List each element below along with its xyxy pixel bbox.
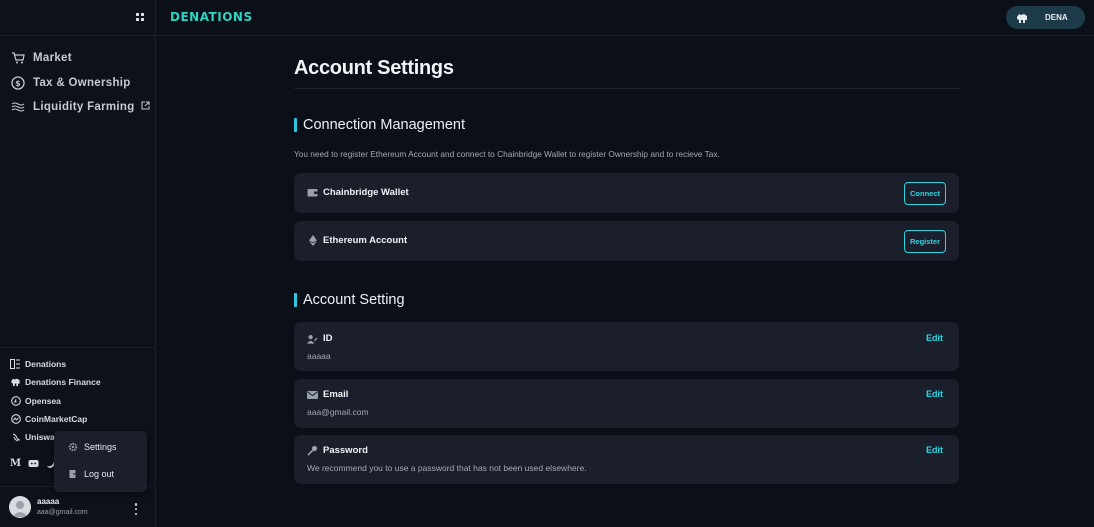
wallet-row-label: Chainbridge Wallet [307, 187, 409, 198]
bear-icon [10, 377, 21, 388]
top-header: DENATIONS DENA [156, 0, 1094, 36]
id-label: ID [323, 333, 333, 344]
section-accent-bar [294, 118, 297, 132]
token-balance-pill[interactable]: DENA [1006, 6, 1085, 29]
opensea-icon [10, 395, 21, 406]
medium-icon[interactable]: M [10, 458, 21, 469]
connect-wallet-button[interactable]: Connect [904, 182, 946, 205]
email-label: Email [323, 389, 349, 400]
id-value: aaaaa [307, 351, 331, 361]
title-divider [294, 88, 960, 89]
svg-text:$: $ [15, 79, 21, 88]
sidebar-item-label: Liquidity Farming [33, 101, 135, 114]
menu-item-logout[interactable]: Log out [68, 469, 114, 479]
link-denations-finance[interactable]: Denations Finance [0, 373, 155, 391]
email-card: Email Edit aaa@gmail.com [294, 379, 959, 428]
waves-icon [10, 99, 26, 115]
coinmarketcap-icon [10, 414, 21, 425]
menu-item-label: Settings [84, 442, 117, 452]
ethereum-row-label: Ethereum Account [307, 235, 407, 246]
password-row-label: Password [307, 445, 368, 456]
ethereum-icon [307, 235, 318, 246]
link-label: Opensea [25, 395, 61, 406]
email-row-label: Email [307, 389, 348, 400]
user-profile: aaaaa aaa@gmail.com [0, 486, 155, 527]
menu-item-label: Log out [84, 469, 115, 479]
wallet-icon [307, 187, 318, 198]
sidebar-item-tax-ownership[interactable]: $ Tax & Ownership [0, 71, 155, 96]
user-email: aaa@gmail.com [37, 509, 88, 516]
bear-icon [1017, 13, 1027, 23]
apps-grid-icon[interactable] [136, 13, 144, 21]
wallet-label: Chainbridge Wallet [323, 187, 409, 198]
link-coinmarketcap[interactable]: CoinMarketCap [0, 410, 155, 428]
connection-description: You need to register Ethereum Account an… [294, 149, 720, 159]
dollar-circle-icon: $ [10, 75, 26, 91]
section-heading-text: Account Setting [303, 292, 405, 308]
link-denations[interactable]: Denations [0, 355, 155, 373]
denations-logo-icon [10, 359, 21, 370]
link-opensea[interactable]: Opensea [0, 392, 155, 410]
id-card: ID Edit aaaaa [294, 322, 959, 371]
token-label: DENA [1045, 13, 1068, 22]
password-hint: We recommend you to use a password that … [307, 463, 587, 473]
sidebar-top [0, 0, 155, 36]
edit-email-link[interactable]: Edit [926, 389, 943, 399]
mail-icon [307, 389, 318, 400]
chainbridge-wallet-card: Chainbridge Wallet Connect [294, 173, 959, 213]
page-title: Account Settings [294, 57, 454, 79]
uniswap-icon [10, 432, 21, 443]
user-edit-icon [307, 333, 318, 344]
account-setting-heading: Account Setting [294, 292, 405, 308]
ethereum-label: Ethereum Account [323, 235, 408, 246]
sidebar-item-label: Tax & Ownership [33, 76, 131, 89]
id-row-label: ID [307, 333, 333, 344]
sidebar-item-label: Market [33, 52, 72, 65]
edit-id-link[interactable]: Edit [926, 333, 943, 343]
gear-icon [68, 442, 78, 452]
link-label: Denations [25, 359, 67, 370]
link-label: CoinMarketCap [25, 414, 88, 425]
sidebar-nav: Market $ Tax & Ownership Liquidity Farmi… [0, 36, 155, 120]
password-label: Password [323, 445, 368, 456]
user-menu-popup: Settings Log out [54, 431, 147, 492]
sidebar-item-market[interactable]: Market [0, 46, 155, 71]
section-heading-text: Connection Management [303, 117, 466, 133]
password-card: Password Edit We recommend you to use a … [294, 435, 959, 484]
external-link-icon [141, 101, 150, 113]
user-name: aaaaa [37, 497, 60, 506]
link-label: Denations Finance [25, 377, 101, 388]
section-accent-bar [294, 293, 297, 307]
cart-icon [10, 50, 26, 66]
menu-item-settings[interactable]: Settings [68, 442, 117, 452]
connection-management-heading: Connection Management [294, 117, 465, 133]
logout-icon [68, 469, 78, 479]
ethereum-account-card: Ethereum Account Register [294, 221, 959, 261]
edit-password-link[interactable]: Edit [926, 445, 943, 455]
register-ethereum-button[interactable]: Register [904, 230, 946, 253]
denations-logo[interactable]: DENATIONS [170, 10, 253, 24]
avatar[interactable] [9, 496, 31, 518]
sidebar-item-liquidity-farming[interactable]: Liquidity Farming [0, 95, 155, 120]
key-icon [307, 445, 318, 456]
email-value: aaa@gmail.com [307, 407, 369, 417]
discord-icon[interactable] [28, 459, 39, 469]
more-vertical-icon[interactable] [134, 503, 138, 515]
